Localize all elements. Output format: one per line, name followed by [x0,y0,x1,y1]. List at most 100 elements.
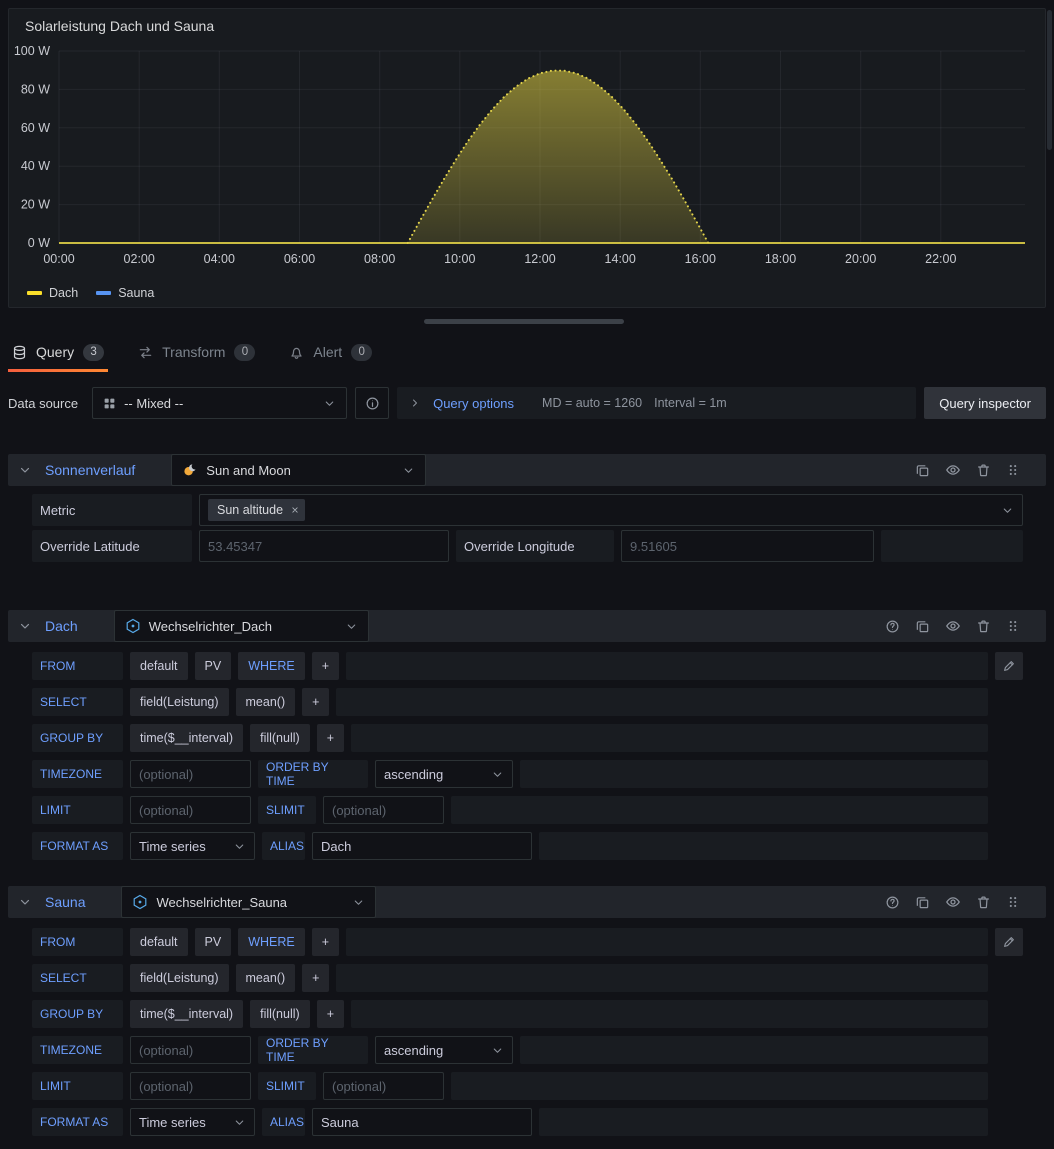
add-select-button[interactable]: + [302,964,329,992]
database-icon [12,345,27,360]
select-mean-segment[interactable]: mean() [236,688,296,716]
from-measurement-segment[interactable]: PV [195,652,232,680]
legend-item-sauna[interactable]: Sauna [96,286,154,300]
query-name[interactable]: Sauna [45,894,85,910]
svg-text:10:00: 10:00 [444,252,475,266]
from-retention-segment[interactable]: default [130,652,188,680]
chevron-down-icon [491,768,504,781]
toggle-text-edit-pencil-icon[interactable] [995,928,1023,956]
select-field-segment[interactable]: field(Leistung) [130,964,229,992]
query-name[interactable]: Sonnenverlauf [45,462,135,478]
svg-text:08:00: 08:00 [364,252,395,266]
select-row: SELECT field(Leistung) mean() + [32,688,1023,716]
override-longitude-input[interactable] [621,530,874,562]
order-by-time-label: ORDER BY TIME [258,760,368,788]
influxdb-icon [132,894,148,910]
duplicate-query-icon[interactable] [915,619,930,634]
select-mean-segment[interactable]: mean() [236,964,296,992]
add-condition-button[interactable]: + [312,928,339,956]
from-label: FROM [32,652,123,680]
hide-query-eye-icon[interactable] [945,618,961,634]
transform-icon [138,345,153,360]
query-datasource-value: Wechselrichter_Dach [149,619,272,634]
slimit-label: SLIMIT [258,796,316,824]
group-time-segment[interactable]: time($__interval) [130,724,243,752]
vertical-scrollbar[interactable] [1047,10,1052,150]
datasource-help-icon[interactable] [885,895,900,910]
alias-input[interactable] [312,1108,532,1136]
format-as-select[interactable]: Time series [130,1108,255,1136]
query-options-toggle[interactable]: Query options MD = auto = 1260 Interval … [397,387,916,419]
collapse-chevron-icon[interactable] [18,895,32,909]
add-select-button[interactable]: + [302,688,329,716]
group-fill-segment[interactable]: fill(null) [250,724,310,752]
delete-query-trash-icon[interactable] [976,463,991,478]
add-group-by-button[interactable]: + [317,724,344,752]
svg-text:80 W: 80 W [21,82,50,96]
slimit-input[interactable] [323,1072,444,1100]
metric-chip[interactable]: Sun altitude [208,499,305,521]
order-by-time-label: ORDER BY TIME [258,1036,368,1064]
duplicate-query-icon[interactable] [915,895,930,910]
panel-title: Solarleistung Dach und Sauna [9,9,1045,43]
drag-handle-icon[interactable] [1006,619,1020,633]
toggle-text-edit-pencil-icon[interactable] [995,652,1023,680]
datasource-help-icon[interactable] [885,619,900,634]
format-as-select[interactable]: Time series [130,832,255,860]
chevron-down-icon [345,620,358,633]
svg-text:60 W: 60 W [21,121,50,135]
limit-input[interactable] [130,796,251,824]
select-field-segment[interactable]: field(Leistung) [130,688,229,716]
override-latitude-input[interactable] [199,530,449,562]
drag-handle-icon[interactable] [1006,895,1020,909]
chevron-down-icon [233,840,246,853]
slimit-input[interactable] [323,796,444,824]
legend-item-dach[interactable]: Dach [27,286,78,300]
tab-transform[interactable]: Transform 0 [134,332,259,372]
svg-text:22:00: 22:00 [925,252,956,266]
timezone-input[interactable] [130,1036,251,1064]
limit-input[interactable] [130,1072,251,1100]
collapse-chevron-icon[interactable] [18,463,32,477]
tab-query[interactable]: Query 3 [8,332,108,372]
chevron-down-icon [1001,504,1014,517]
hide-query-eye-icon[interactable] [945,462,961,478]
horizontal-scrollbar-thumb[interactable] [424,319,624,324]
timezone-row: TIMEZONE ORDER BY TIME ascending [32,760,1023,788]
timezone-input[interactable] [130,760,251,788]
limit-row: LIMIT SLIMIT [32,796,1023,824]
order-by-select[interactable]: ascending [375,1036,513,1064]
delete-query-trash-icon[interactable] [976,895,991,910]
duplicate-query-icon[interactable] [915,463,930,478]
query-header: Dach Wechselrichter_Dach [8,610,1046,642]
from-measurement-segment[interactable]: PV [195,928,232,956]
group-time-segment[interactable]: time($__interval) [130,1000,243,1028]
hide-query-eye-icon[interactable] [945,894,961,910]
add-condition-button[interactable]: + [312,652,339,680]
from-retention-segment[interactable]: default [130,928,188,956]
query-name[interactable]: Dach [45,618,78,634]
datasource-picker[interactable]: -- Mixed -- [92,387,347,419]
where-segment[interactable]: WHERE [238,928,305,956]
query-datasource-picker[interactable]: Wechselrichter_Sauna [121,886,376,918]
svg-text:20 W: 20 W [21,198,50,212]
group-fill-segment[interactable]: fill(null) [250,1000,310,1028]
datasource-help-button[interactable] [355,387,389,419]
query-header: Sonnenverlauf Sun and Moon [8,454,1046,486]
collapse-chevron-icon[interactable] [18,619,32,633]
remove-metric-x-icon[interactable] [290,505,300,515]
order-by-select[interactable]: ascending [375,760,513,788]
add-group-by-button[interactable]: + [317,1000,344,1028]
query-datasource-picker[interactable]: Sun and Moon [171,454,426,486]
timezone-label: TIMEZONE [32,1036,123,1064]
alias-input[interactable] [312,832,532,860]
delete-query-trash-icon[interactable] [976,619,991,634]
query-datasource-picker[interactable]: Wechselrichter_Dach [114,610,369,642]
where-segment[interactable]: WHERE [238,652,305,680]
tab-alert[interactable]: Alert 0 [285,332,376,372]
row-filler [520,1036,988,1064]
query-inspector-button[interactable]: Query inspector [924,387,1046,419]
override-longitude-label: Override Longitude [456,530,614,562]
drag-handle-icon[interactable] [1006,463,1020,477]
metric-select[interactable]: Sun altitude [199,494,1023,526]
